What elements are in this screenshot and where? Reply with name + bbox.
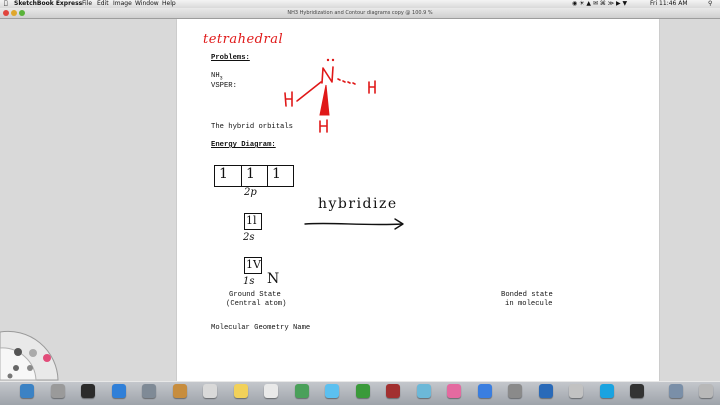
vsper-label: VSPER: — [211, 82, 237, 90]
close-button[interactable] — [3, 10, 9, 16]
status-icons[interactable]: ◉ ☀ ▲ ✉ ⌘ ≫ ▶ ▼ — [572, 0, 627, 8]
lagoon-tool-wheel[interactable] — [0, 322, 60, 382]
quicktime-icon[interactable] — [538, 384, 553, 398]
mission-control-icon[interactable] — [81, 384, 95, 398]
facetime-icon[interactable] — [355, 384, 370, 398]
window-titlebar: NH3 Hybridization and Contour diagrams c… — [0, 8, 720, 19]
bonded-state-label: Bonded state — [501, 291, 553, 299]
central-atom-label: (Central atom) — [226, 300, 287, 308]
maps-icon[interactable] — [294, 384, 309, 398]
launchpad-icon[interactable] — [50, 384, 65, 398]
eraser-tool-icon — [29, 349, 37, 357]
orbital-2s-label: 2s — [243, 232, 255, 243]
zoom-button[interactable] — [19, 10, 25, 16]
problems-heading: Problems: — [211, 54, 250, 62]
pencil-tool-icon — [13, 365, 19, 371]
hybridize-arrow — [304, 218, 404, 230]
reminders-icon[interactable] — [264, 384, 278, 398]
iphoto-icon[interactable] — [416, 384, 431, 398]
in-molecule-label: in molecule — [505, 300, 553, 308]
electron-2p-3: 1 — [272, 166, 281, 182]
menu-image[interactable]: Image — [113, 0, 132, 8]
orbital-1s-label: 1s — [243, 276, 255, 287]
layer-tool-icon — [27, 365, 33, 371]
window-title: NH3 Hybridization and Contour diagrams c… — [287, 10, 433, 16]
nh3-molecule-sketch — [284, 58, 376, 133]
electron-2s: 1l — [246, 214, 257, 227]
mail-icon[interactable] — [142, 384, 156, 398]
orbital-2p-label: 2p — [244, 187, 257, 198]
electron-1s: 1V — [246, 258, 261, 271]
hybridize-label: hybridize — [318, 196, 398, 212]
undo-icon — [7, 373, 13, 379]
spotlight-icon[interactable]: ⚲ — [708, 0, 712, 8]
app-menu[interactable]: SketchBook Express — [14, 0, 82, 8]
system-preferences-icon[interactable] — [508, 384, 522, 398]
energy-diagram-heading: Energy Diagram: — [211, 141, 276, 149]
safari-icon[interactable] — [111, 384, 126, 398]
electron-2p-1: 1 — [219, 166, 228, 182]
nh3-label: NH3 — [211, 72, 223, 82]
itunes-icon[interactable] — [447, 384, 461, 398]
clock[interactable]: Fri 11:46 AM — [650, 0, 688, 8]
orbital-divider — [267, 165, 268, 187]
trash-icon[interactable] — [699, 384, 713, 398]
contacts-icon[interactable] — [172, 384, 187, 398]
menu-file[interactable]: File — [82, 0, 92, 8]
menu-window[interactable]: Window — [135, 0, 159, 8]
handwritten-title: tetrahedral — [203, 32, 284, 47]
apple-menu-icon[interactable]:  — [4, 0, 8, 8]
ground-state-label: Ground State — [229, 291, 281, 299]
app-store-icon[interactable] — [477, 384, 492, 398]
color-wheel-icon — [43, 354, 51, 362]
notes-icon[interactable] — [233, 384, 248, 398]
hybrid-orbitals-label: The hybrid orbitals — [211, 123, 293, 131]
messages-icon[interactable] — [325, 384, 339, 398]
drawing-canvas[interactable]: tetrahedral Problems: NH3 VSPER: N H H H… — [177, 19, 659, 381]
photo-booth-icon[interactable] — [386, 384, 400, 398]
calendar-icon[interactable] — [203, 384, 217, 398]
menu-help[interactable]: Help — [162, 0, 176, 8]
finder-icon[interactable] — [20, 384, 34, 398]
skype-icon[interactable] — [599, 384, 614, 398]
downloads-icon[interactable] — [668, 384, 683, 398]
minimize-button[interactable] — [11, 10, 17, 16]
electron-2p-2: 1 — [246, 166, 255, 182]
element-mark: N — [267, 271, 280, 287]
preview-icon[interactable] — [569, 384, 583, 398]
brush-tool-icon — [14, 348, 22, 356]
menu-edit[interactable]: Edit — [97, 0, 109, 8]
orbital-divider — [241, 165, 242, 187]
molecular-geometry-label: Molecular Geometry Name — [211, 324, 311, 332]
sketchbook-icon[interactable] — [630, 384, 644, 398]
